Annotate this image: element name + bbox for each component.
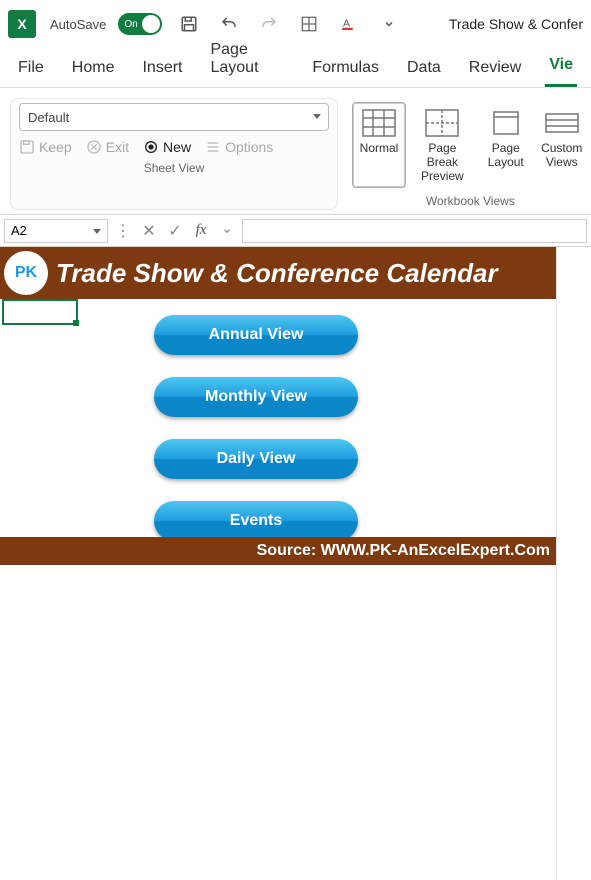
page-break-preview-button[interactable]: Page Break Preview: [408, 102, 477, 188]
ribbon: Keep Exit New Options Sheet View: [0, 88, 591, 215]
autosave-state: On: [124, 19, 137, 30]
save-icon[interactable]: [176, 11, 202, 37]
daily-view-button[interactable]: Daily View: [154, 439, 358, 479]
monthly-view-button[interactable]: Monthly View: [154, 377, 358, 417]
customize-qat-icon[interactable]: [376, 11, 402, 37]
annual-view-button[interactable]: Annual View: [154, 315, 358, 355]
custom-views-button[interactable]: Custom Views: [535, 102, 589, 188]
enter-icon[interactable]: ✓: [164, 220, 186, 242]
keep-label: Keep: [39, 139, 72, 155]
nav-buttons: Annual View Monthly View Daily View Even…: [154, 315, 358, 541]
redo-icon[interactable]: [256, 11, 282, 37]
worksheet-area: Trade Show & Conference Calendar PK Annu…: [0, 247, 591, 299]
normal-label: Normal: [360, 141, 399, 155]
options-button[interactable]: Options: [205, 139, 273, 155]
sheet-view-select-wrap: [19, 103, 329, 131]
normal-view-button[interactable]: Normal: [352, 102, 406, 188]
banner-title: Trade Show & Conference Calendar: [0, 247, 556, 299]
exit-button[interactable]: Exit: [86, 139, 129, 155]
autosave-label: AutoSave: [50, 17, 106, 32]
page-layout-button[interactable]: Page Layout: [479, 102, 533, 188]
fx-dropdown-icon[interactable]: [216, 220, 238, 242]
workbook-views-group-label: Workbook Views: [426, 194, 515, 208]
more-icon[interactable]: ⋮: [112, 220, 134, 242]
undo-icon[interactable]: [216, 11, 242, 37]
tab-formulas[interactable]: Formulas: [308, 53, 383, 87]
page-layout-label: Page Layout: [488, 141, 524, 169]
excel-app-icon: X: [8, 10, 36, 38]
new-label: New: [163, 139, 191, 155]
tab-view[interactable]: Vie: [545, 50, 577, 87]
ribbon-tabs: File Home Insert Page Layout Formulas Da…: [0, 48, 591, 88]
tab-insert[interactable]: Insert: [138, 53, 186, 87]
tab-data[interactable]: Data: [403, 53, 445, 87]
tab-home[interactable]: Home: [68, 53, 119, 87]
cancel-icon[interactable]: ✕: [138, 220, 160, 242]
document-title: Trade Show & Confer: [449, 16, 583, 32]
group-workbook-views: Normal Page Break Preview Page Layout Cu…: [344, 98, 591, 210]
fx-icon[interactable]: fx: [190, 220, 212, 242]
source-bar: Source: WWW.PK-AnExcelExpert.Com: [0, 537, 556, 565]
tab-page-layout[interactable]: Page Layout: [206, 35, 288, 87]
grid-edge: [556, 247, 591, 880]
selected-cell-a2[interactable]: [2, 299, 78, 325]
tab-file[interactable]: File: [14, 53, 48, 87]
borders-icon[interactable]: [296, 11, 322, 37]
toggle-knob: [142, 15, 160, 33]
group-sheet-view: Keep Exit New Options Sheet View: [10, 98, 338, 210]
name-box[interactable]: A2: [4, 219, 108, 243]
options-label: Options: [225, 139, 273, 155]
formula-input[interactable]: [242, 219, 587, 243]
page-break-label: Page Break Preview: [417, 141, 468, 183]
keep-button[interactable]: Keep: [19, 139, 72, 155]
tab-review[interactable]: Review: [465, 53, 525, 87]
autosave-toggle[interactable]: On: [118, 13, 162, 35]
sheet-view-select[interactable]: [19, 103, 329, 131]
title-bar: X AutoSave On A Trade Show & Confer: [0, 0, 591, 48]
events-button[interactable]: Events: [154, 501, 358, 541]
name-box-value: A2: [11, 223, 27, 238]
svg-text:A: A: [343, 17, 350, 29]
formula-bar: A2 ⋮ ✕ ✓ fx: [0, 215, 591, 247]
sheet-view-group-label: Sheet View: [144, 161, 205, 175]
logo-icon: PK: [4, 251, 48, 295]
exit-label: Exit: [106, 139, 129, 155]
custom-views-label: Custom Views: [541, 141, 582, 169]
font-color-icon[interactable]: A: [336, 11, 362, 37]
new-button[interactable]: New: [143, 139, 191, 155]
